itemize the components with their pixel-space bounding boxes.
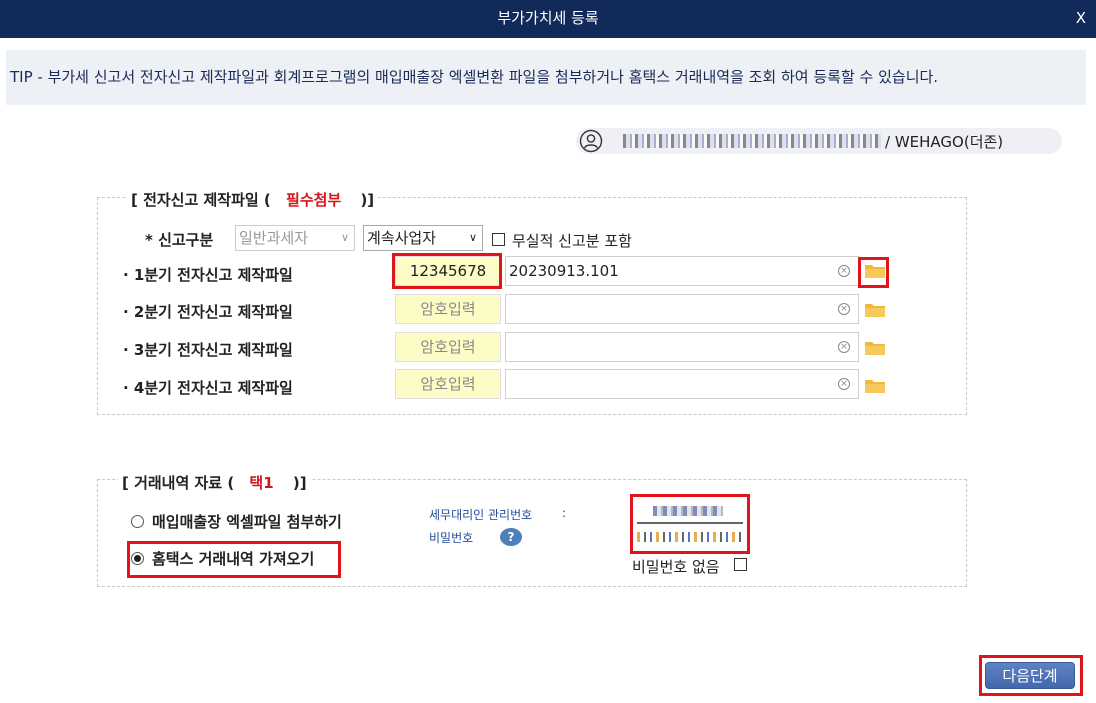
trade-legend: [ 거래내역 자료 ( 택1 )] xyxy=(118,472,311,493)
q3-folder-icon[interactable] xyxy=(864,340,886,356)
q3-file-input[interactable]: × xyxy=(505,332,859,362)
excel-option-label: 매입매출장 엑셀파일 첨부하기 xyxy=(152,513,342,531)
q4-password-input[interactable]: 암호입력 xyxy=(395,369,501,399)
no-password-checkbox[interactable] xyxy=(734,558,747,571)
clear-icon[interactable]: × xyxy=(838,303,850,315)
tip-banner: TIP - 부가세 신고서 전자신고 제작파일과 회계프로그램의 매입매출장 엑… xyxy=(6,50,1086,105)
taxpayer-type-value: 일반과세자 xyxy=(239,229,309,247)
q4-label: · 4분기 전자신고 제작파일 xyxy=(123,379,293,397)
efile-legend-suffix: )] xyxy=(360,191,375,209)
q3-label: · 3분기 전자신고 제작파일 xyxy=(123,341,293,359)
user-org: / WEHAGO(더존) xyxy=(885,132,1004,151)
highlight-q1-folder xyxy=(858,257,889,288)
user-icon xyxy=(579,129,603,153)
chevron-down-icon: ∨ xyxy=(340,231,349,244)
clear-icon[interactable]: × xyxy=(838,265,850,277)
efile-legend: [ 전자신고 제작파일 ( 필수첨부 )] xyxy=(127,189,379,210)
trade-legend-suffix: )] xyxy=(292,474,307,492)
q2-password-input[interactable]: 암호입력 xyxy=(395,294,501,324)
help-icon[interactable]: ? xyxy=(500,528,522,546)
window-title: 부가가치세 등록 xyxy=(497,9,599,27)
include-no-activity-checkbox[interactable] xyxy=(492,233,505,246)
business-type-select[interactable]: 계속사업자 ∨ xyxy=(363,225,483,251)
q2-file-input[interactable]: × xyxy=(505,294,859,324)
close-button[interactable]: X xyxy=(1076,0,1086,36)
excel-option-radio[interactable] xyxy=(131,515,144,528)
window-titlebar: 부가가치세 등록 X xyxy=(0,0,1096,38)
q1-file-name: 20230913.101 xyxy=(509,262,619,280)
efile-legend-required: 필수첨부 xyxy=(286,191,342,209)
efile-legend-prefix: [ 전자신고 제작파일 ( xyxy=(131,191,271,209)
agent-no-colon: : xyxy=(562,506,567,520)
trade-legend-required: 택1 xyxy=(249,474,274,492)
include-no-activity-label: 무실적 신고분 포함 xyxy=(512,232,632,250)
highlight-q1-password xyxy=(392,253,502,289)
agent-no-label: 세무대리인 관리번호 xyxy=(429,508,533,522)
q4-file-input[interactable]: × xyxy=(505,369,859,399)
taxpayer-type-select[interactable]: 일반과세자 ∨ xyxy=(235,225,355,251)
q1-label: · 1분기 전자신고 제작파일 xyxy=(123,266,293,284)
q4-folder-icon[interactable] xyxy=(864,378,886,394)
chevron-down-icon: ∨ xyxy=(468,231,477,244)
report-type-label: * 신고구분 xyxy=(145,231,214,249)
q1-file-input[interactable]: 20230913.101 × xyxy=(505,256,859,286)
user-badge: / WEHAGO(더존) xyxy=(576,128,1062,154)
q2-label: · 2분기 전자신고 제작파일 xyxy=(123,303,293,321)
clear-icon[interactable]: × xyxy=(838,341,850,353)
highlight-credentials xyxy=(630,494,750,554)
clear-icon[interactable]: × xyxy=(838,378,850,390)
highlight-next-button xyxy=(979,655,1083,696)
password-label: 비밀번호 xyxy=(429,531,474,545)
business-type-value: 계속사업자 xyxy=(367,229,437,247)
highlight-hometax-option xyxy=(127,541,341,578)
q3-password-input[interactable]: 암호입력 xyxy=(395,332,501,362)
trade-legend-prefix: [ 거래내역 자료 ( xyxy=(122,474,235,492)
q2-folder-icon[interactable] xyxy=(864,302,886,318)
masked-user-id xyxy=(623,134,881,148)
no-password-label: 비밀번호 없음 xyxy=(632,558,720,576)
